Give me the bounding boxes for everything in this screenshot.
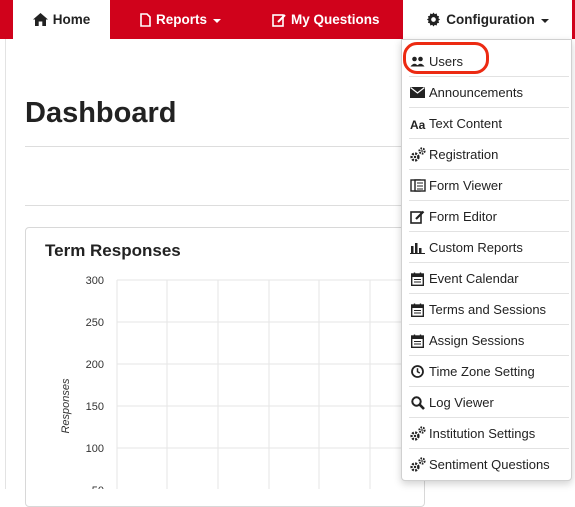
menu-item-label: Registration — [429, 147, 499, 162]
menu-item-log-viewer[interactable]: Log Viewer — [409, 387, 569, 418]
highlight-annotation — [403, 42, 489, 74]
edit-icon — [272, 13, 286, 27]
gear-icon — [426, 12, 441, 27]
menu-item-registration[interactable]: Registration — [409, 139, 569, 170]
page-title: Dashboard — [25, 97, 177, 129]
menu-item-label: Form Editor — [429, 209, 497, 224]
calendar-icon — [409, 334, 426, 348]
chevron-down-icon — [540, 18, 549, 23]
menu-item-label: Institution Settings — [429, 426, 536, 441]
menu-item-text-content[interactable]: Aa Text Content — [409, 108, 569, 139]
nav-my-questions-label: My Questions — [291, 12, 380, 27]
menu-item-label: Assign Sessions — [429, 333, 525, 348]
file-icon — [140, 12, 151, 27]
menu-item-form-editor[interactable]: Form Editor — [409, 201, 569, 232]
page-border — [5, 39, 6, 489]
menu-item-terms-and-sessions[interactable]: Terms and Sessions — [409, 294, 569, 325]
edit-icon — [409, 209, 426, 224]
search-icon — [409, 395, 426, 410]
nav-my-questions[interactable]: My Questions — [272, 0, 380, 39]
menu-item-event-calendar[interactable]: Event Calendar — [409, 263, 569, 294]
cogs-icon — [409, 426, 426, 441]
menu-item-label: Form Viewer — [429, 178, 503, 193]
menu-item-label: Custom Reports — [429, 240, 523, 255]
y-tick-label: 200 — [86, 359, 104, 371]
y-tick-label: 150 — [86, 401, 104, 413]
menu-item-label: Log Viewer — [429, 395, 494, 410]
forms-icon — [409, 179, 426, 192]
term-responses-chart: 300 250 200 150 100 50 Responses — [60, 275, 402, 489]
nav-configuration[interactable]: Configuration — [403, 0, 572, 39]
menu-item-form-viewer[interactable]: Form Viewer — [409, 170, 569, 201]
configuration-menu: Users Announcements Aa Text Content Registra… — [401, 39, 572, 481]
y-tick-label: 300 — [86, 275, 104, 287]
menu-item-label: Sentiment Questions — [429, 457, 550, 472]
chevron-down-icon — [213, 18, 222, 23]
calendar-icon — [409, 303, 426, 317]
nav-home[interactable]: Home — [13, 0, 110, 39]
nav-home-label: Home — [52, 12, 91, 27]
divider — [25, 205, 405, 206]
menu-item-assign-sessions[interactable]: Assign Sessions — [409, 325, 569, 356]
font-icon: Aa — [409, 118, 426, 130]
svg-text:Aa: Aa — [410, 118, 426, 130]
y-axis-label: Responses — [60, 378, 72, 434]
cogs-icon — [409, 457, 426, 472]
y-tick-label: 250 — [86, 317, 104, 329]
panel-title: Term Responses — [45, 241, 181, 260]
cogs-icon — [409, 147, 426, 162]
menu-item-label: Time Zone Setting — [429, 364, 535, 379]
bar-chart-icon — [409, 242, 426, 254]
nav-reports-label: Reports — [156, 12, 208, 27]
envelope-icon — [409, 87, 426, 98]
home-icon — [32, 13, 48, 26]
nav-reports[interactable]: Reports — [140, 0, 222, 39]
clock-icon — [409, 365, 426, 378]
nav-configuration-label: Configuration — [446, 12, 535, 27]
menu-item-label: Announcements — [429, 85, 523, 100]
divider — [25, 146, 405, 147]
calendar-icon — [409, 272, 426, 286]
top-nav: Home Reports My Questions Configuration — [0, 0, 575, 39]
y-tick-label: 50 — [92, 485, 104, 489]
y-tick-label: 100 — [86, 443, 104, 455]
menu-item-sentiment-questions[interactable]: Sentiment Questions — [409, 449, 569, 480]
menu-item-announcements[interactable]: Announcements — [409, 77, 569, 108]
menu-item-institution-settings[interactable]: Institution Settings — [409, 418, 569, 449]
menu-item-label: Text Content — [429, 116, 502, 131]
menu-item-label: Event Calendar — [429, 271, 519, 286]
menu-item-label: Terms and Sessions — [429, 302, 547, 317]
menu-item-custom-reports[interactable]: Custom Reports — [409, 232, 569, 263]
menu-item-time-zone-setting[interactable]: Time Zone Setting — [409, 356, 569, 387]
